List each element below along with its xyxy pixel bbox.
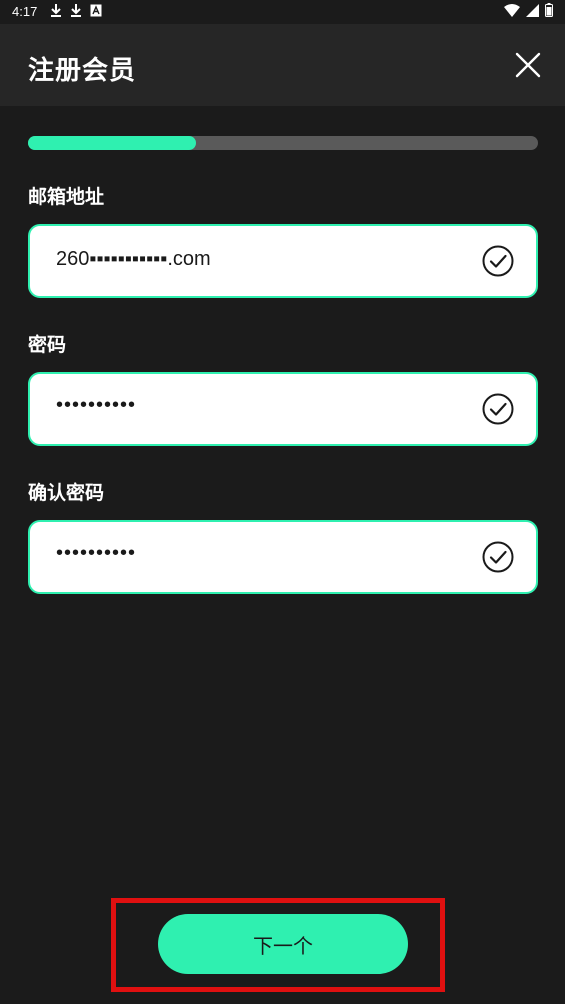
confirm-password-value: ••••••••••: [56, 542, 137, 564]
status-system-icons: [504, 3, 553, 17]
email-label: 邮箱地址: [28, 186, 105, 208]
signal-icon: [526, 3, 539, 17]
registration-progress-bar: [28, 136, 538, 150]
close-icon: [515, 52, 541, 78]
confirm-password-label: 确认密码: [28, 482, 105, 504]
check-circle-icon: [482, 245, 514, 277]
password-field[interactable]: ••••••••••: [28, 372, 538, 446]
progress-fill: [28, 136, 197, 150]
password-value: ••••••••••: [56, 394, 137, 416]
status-notification-icons: [50, 3, 102, 17]
next-button[interactable]: 下一个: [158, 914, 408, 974]
status-time: 4:17: [12, 4, 38, 19]
download-icon: [71, 4, 81, 17]
email-value: 260▪▪▪▪▪▪▪▪▪▪▪.com: [56, 248, 211, 270]
confirm-password-field[interactable]: ••••••••••: [28, 520, 538, 594]
password-label: 密码: [28, 334, 67, 356]
close-button[interactable]: [511, 48, 545, 82]
check-circle-icon: [482, 541, 514, 573]
check-circle-icon: [482, 393, 514, 425]
page-title: 注册会员: [28, 56, 137, 86]
app-header: 注册会员: [0, 24, 565, 106]
email-field[interactable]: 260▪▪▪▪▪▪▪▪▪▪▪.com: [28, 224, 538, 298]
status-bar: 4:17: [0, 0, 565, 24]
wifi-icon: [504, 3, 520, 17]
download-icon: [51, 4, 61, 17]
font-icon: [90, 4, 102, 16]
battery-icon: [545, 3, 553, 17]
